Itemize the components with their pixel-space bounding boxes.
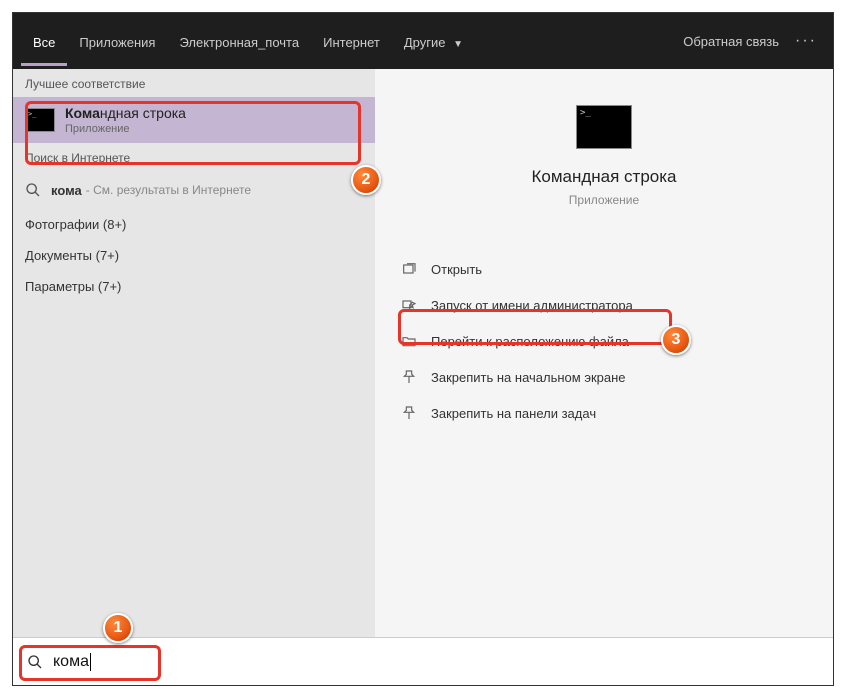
action-label: Закрепить на панели задач [431,406,596,421]
best-match-header: Лучшее соответствие [13,69,375,97]
category-settings[interactable]: Параметры (7+) [13,271,375,302]
action-pin-start[interactable]: Закрепить на начальном экране [387,359,821,395]
action-run-as-admin[interactable]: Запуск от имени администратора [387,287,821,323]
web-query-text: кома [51,183,82,198]
action-label: Закрепить на начальном экране [431,370,626,385]
pin-icon [399,369,419,385]
tab-apps[interactable]: Приложения [67,17,167,66]
chevron-down-icon: ▼ [453,39,463,50]
open-icon [399,261,419,277]
preview-app-icon [576,105,632,149]
preview-title: Командная строка [387,167,821,187]
search-window: Все Приложения Электронная_почта Интерне… [12,12,834,686]
cmd-icon [25,108,55,132]
action-pin-taskbar[interactable]: Закрепить на панели задач [387,395,821,431]
action-open-location[interactable]: Перейти к расположению файла [387,323,821,359]
tab-email[interactable]: Электронная_почта [167,17,311,66]
folder-icon [399,333,419,349]
preview-subtitle: Приложение [387,193,821,207]
search-input-value: кома [53,653,89,671]
action-label: Открыть [431,262,482,277]
best-match-subtitle: Приложение [65,123,186,135]
search-bar[interactable]: кома [13,637,833,685]
best-match-title: Командная строка [65,105,186,121]
text-cursor [90,653,91,671]
tab-internet[interactable]: Интернет [311,17,392,66]
category-photos[interactable]: Фотографии (8+) [13,209,375,240]
tab-other[interactable]: Другие ▼ [392,17,475,66]
action-list: Открыть Запуск от имени администратора П… [387,251,821,431]
web-search-item[interactable]: кома - См. результаты в Интернете › [13,171,375,209]
search-icon [25,182,41,198]
pin-taskbar-icon [399,405,419,421]
action-label: Запуск от имени администратора [431,298,633,313]
chevron-right-icon: › [358,181,363,199]
feedback-link[interactable]: Обратная связь [675,34,787,49]
tab-other-label: Другие [404,35,446,50]
action-label: Перейти к расположению файла [431,334,629,349]
shield-icon [399,297,419,313]
web-query-hint: - См. результаты в Интернете [86,183,251,197]
header-tabs: Все Приложения Электронная_почта Интерне… [13,13,833,69]
action-open[interactable]: Открыть [387,251,821,287]
results-pane: Лучшее соответствие Командная строка При… [13,69,375,639]
more-menu-button[interactable]: ··· [787,32,825,50]
preview-pane: Командная строка Приложение Открыть Запу… [375,69,833,639]
best-match-item[interactable]: Командная строка Приложение [13,97,375,143]
search-icon [27,654,43,670]
tab-all[interactable]: Все [21,17,67,66]
web-search-header: Поиск в Интернете [13,143,375,171]
category-documents[interactable]: Документы (7+) [13,240,375,271]
